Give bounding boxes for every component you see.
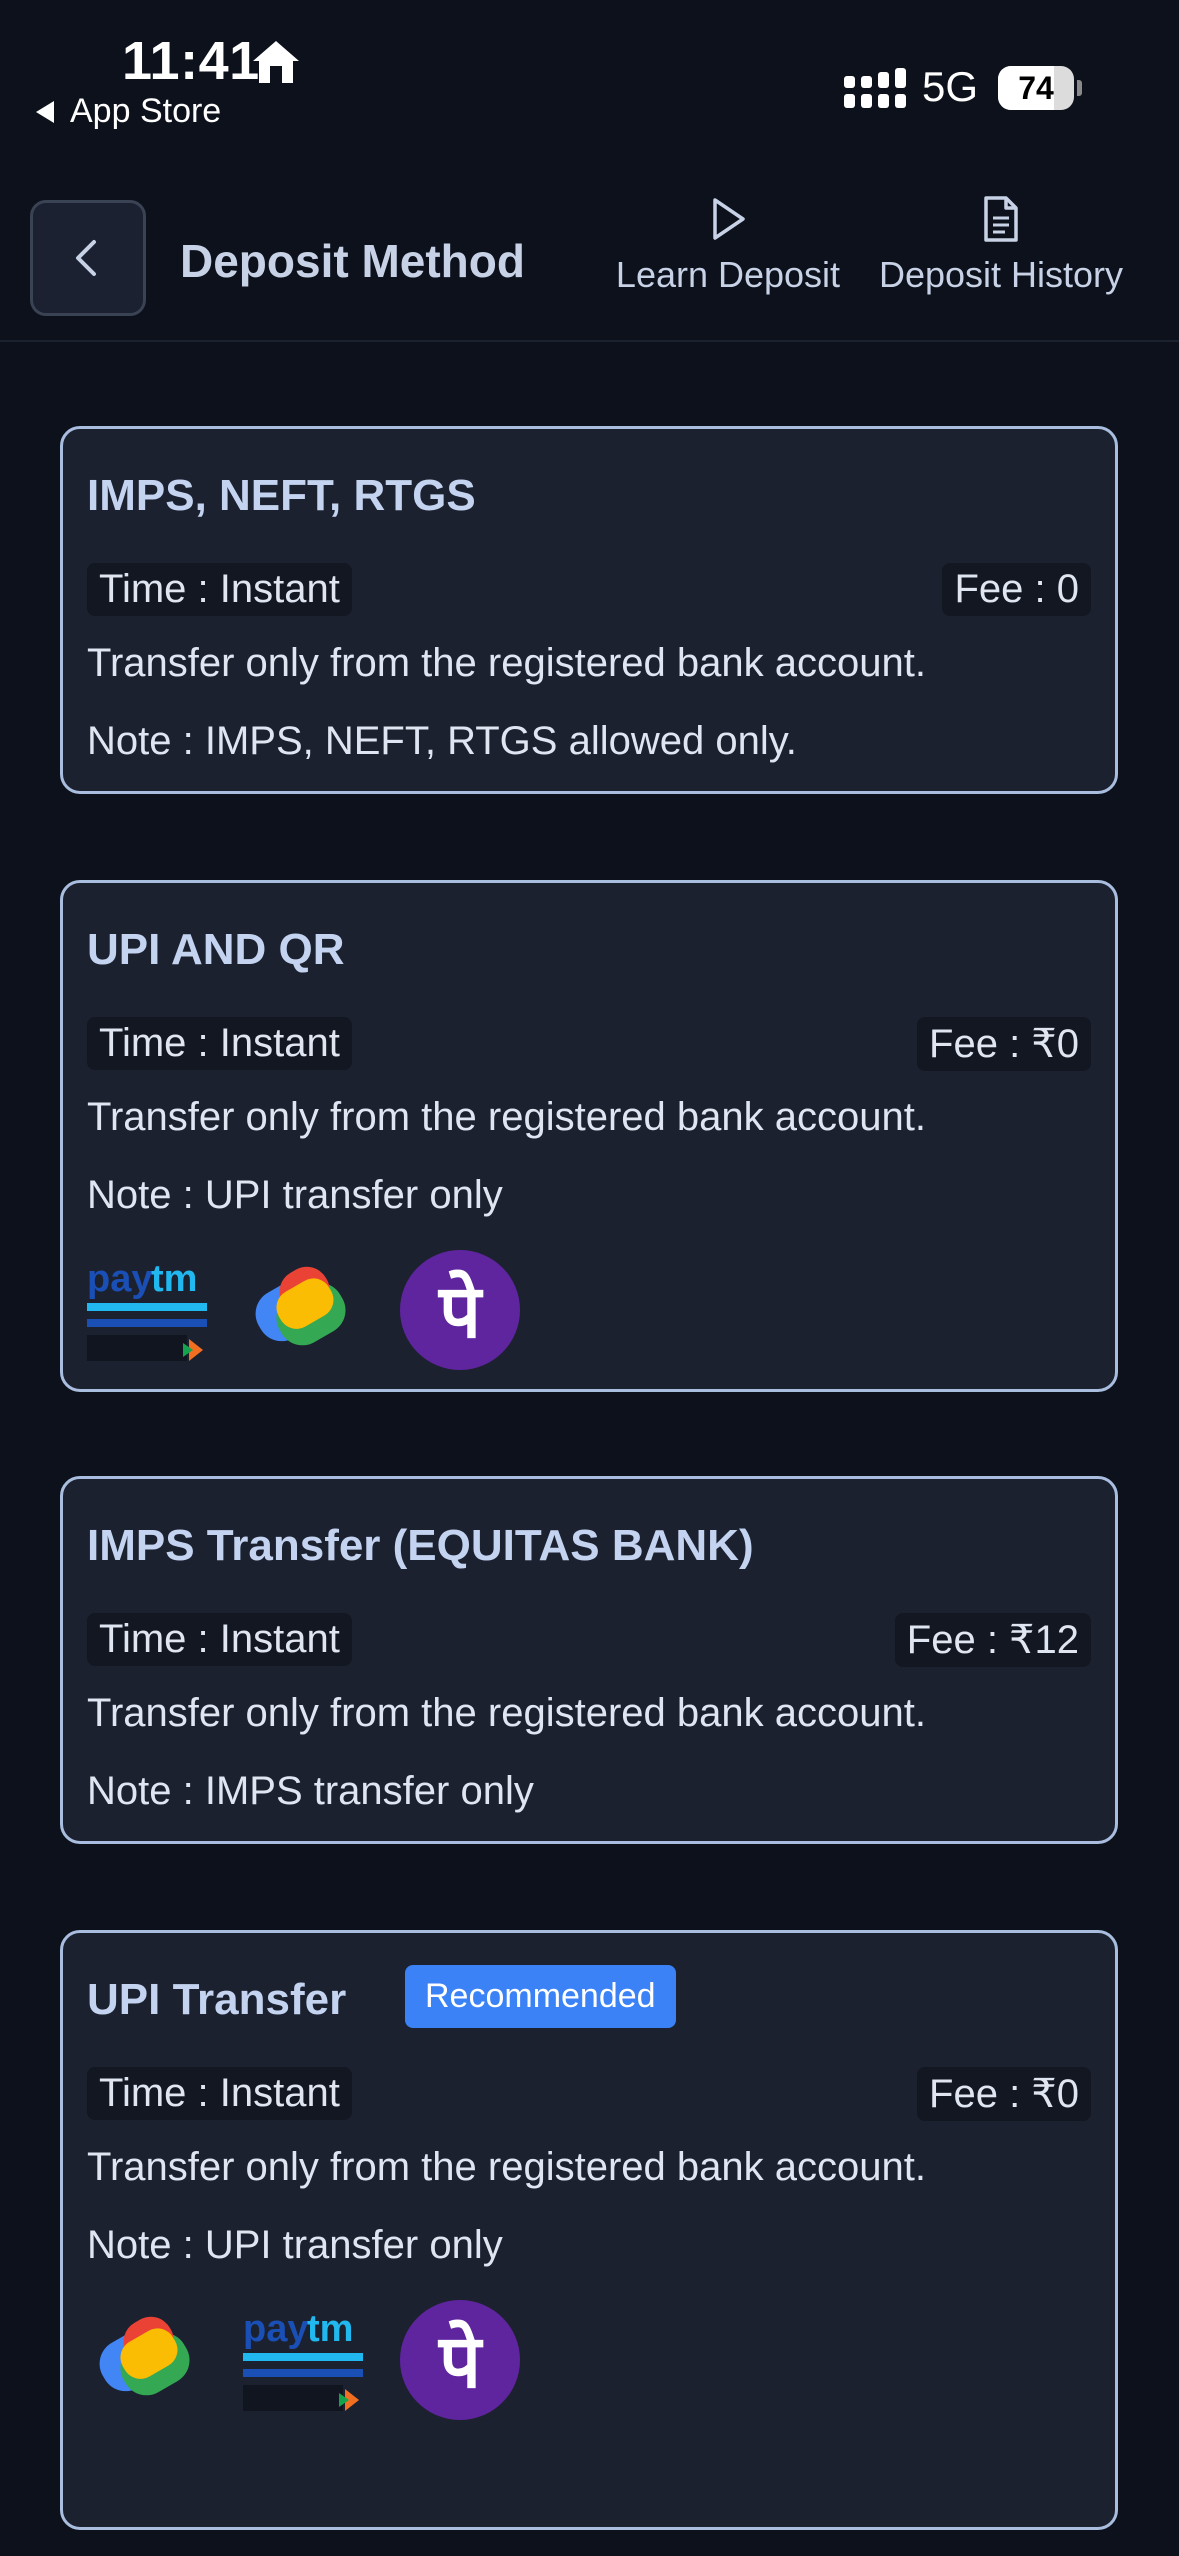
fee-pill: Fee : ₹12: [894, 1613, 1091, 1667]
method-description: Transfer only from the registered bank a…: [87, 641, 926, 685]
method-description: Transfer only from the registered bank a…: [87, 2145, 926, 2189]
method-description: Transfer only from the registered bank a…: [87, 1095, 926, 1139]
method-title: UPI Transfer: [87, 1975, 347, 2024]
header: Deposit Method Learn Deposit Deposit His…: [0, 170, 1179, 342]
learn-deposit-label: Learn Deposit: [615, 254, 841, 295]
deposit-history-button[interactable]: Deposit History: [866, 194, 1136, 296]
payment-logos: pay tm पे: [85, 2297, 523, 2423]
method-note: Note : UPI transfer only: [87, 1173, 503, 1217]
recommended-badge: Recommended: [405, 1965, 676, 2028]
signal-icon: [844, 68, 906, 108]
fee-pill: Fee : ₹0: [917, 1017, 1091, 1071]
deposit-method-card-upi-transfer[interactable]: UPI Transfer Recommended Time : Instant …: [60, 1930, 1118, 2530]
time-pill: Time : Instant: [87, 2067, 352, 2120]
svg-text:tm: tm: [151, 1258, 197, 1300]
svg-text:पे: पे: [437, 2319, 484, 2405]
battery-level: 74: [1018, 70, 1054, 106]
paytm-logo: pay tm: [87, 1258, 207, 1361]
svg-text:pay: pay: [87, 1258, 152, 1300]
method-note: Note : IMPS, NEFT, RTGS allowed only.: [87, 719, 797, 763]
phonepe-logo: पे: [400, 2300, 520, 2420]
deposit-method-card-upi-and-qr[interactable]: UPI AND QR Time : Instant Fee : ₹0 Trans…: [60, 880, 1118, 1392]
deposit-method-card-imps-equitas[interactable]: IMPS Transfer (EQUITAS BANK) Time : Inst…: [60, 1476, 1118, 1844]
google-pay-logo: [99, 2316, 190, 2396]
chevron-left-icon: [76, 240, 96, 276]
back-app-label: App Store: [70, 92, 222, 130]
google-pay-logo: [255, 1266, 346, 1346]
payment-logos: pay tm पे: [85, 1247, 523, 1373]
svg-text:pay: pay: [243, 2308, 308, 2350]
back-to-app-store[interactable]: App Store: [36, 92, 221, 131]
home-icon: [253, 41, 299, 83]
fee-pill: Fee : 0: [942, 563, 1091, 616]
time-pill: Time : Instant: [87, 1017, 352, 1070]
play-icon: [713, 198, 745, 240]
paytm-logo: pay tm: [243, 2308, 363, 2411]
method-title: UPI AND QR: [87, 925, 345, 974]
deposit-method-card-imps-neft-rtgs[interactable]: IMPS, NEFT, RTGS Time : Instant Fee : 0 …: [60, 426, 1118, 794]
battery-icon: 74: [998, 66, 1074, 110]
method-title: IMPS Transfer (EQUITAS BANK): [87, 1521, 754, 1570]
time-pill: Time : Instant: [87, 1613, 352, 1666]
method-note: Note : IMPS transfer only: [87, 1769, 534, 1813]
svg-text:पे: पे: [437, 1269, 484, 1355]
back-triangle-icon: [36, 100, 54, 123]
method-description: Transfer only from the registered bank a…: [87, 1691, 926, 1735]
deposit-history-label: Deposit History: [878, 254, 1124, 295]
fee-pill: Fee : ₹0: [917, 2067, 1091, 2121]
phonepe-logo: पे: [400, 1250, 520, 1370]
time-pill: Time : Instant: [87, 563, 352, 616]
method-title: IMPS, NEFT, RTGS: [87, 471, 476, 520]
status-time: 11:41: [122, 31, 260, 91]
svg-text:tm: tm: [307, 2308, 353, 2350]
page-title: Deposit Method: [180, 235, 525, 287]
learn-deposit-button[interactable]: Learn Deposit: [606, 194, 850, 296]
network-type: 5G: [922, 63, 979, 110]
document-icon: [984, 196, 1018, 242]
method-note: Note : UPI transfer only: [87, 2223, 503, 2267]
status-bar: 11:41 App Store 5G 74: [0, 0, 1179, 160]
back-button[interactable]: [30, 200, 146, 316]
